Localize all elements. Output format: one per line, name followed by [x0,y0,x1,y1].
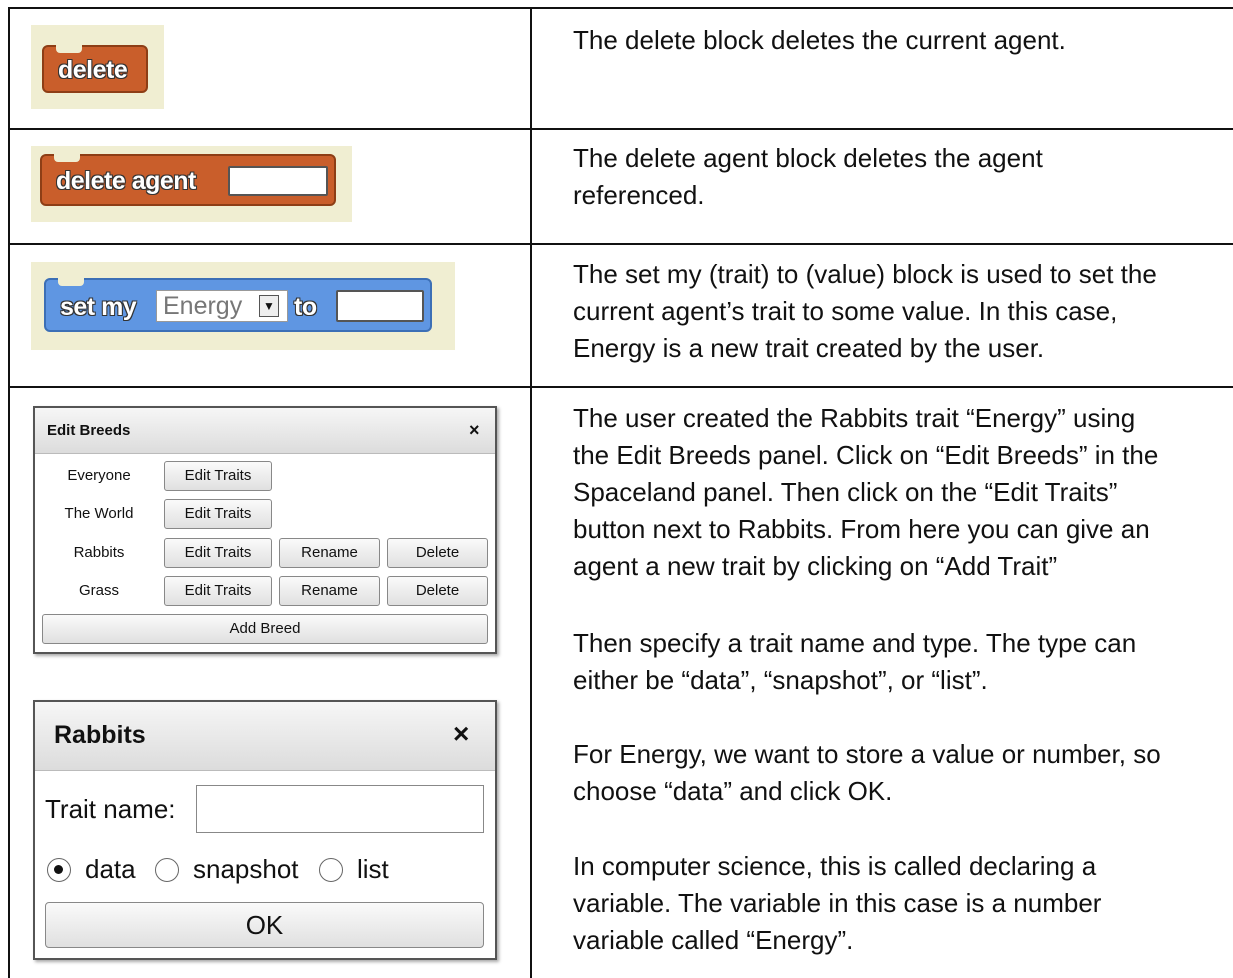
row-1-description: The delete block deletes the current age… [573,22,1223,59]
delete-agent-block: delete agent [40,154,336,206]
edit-traits-button[interactable]: Edit Traits [164,461,272,491]
description-line: variable. The variable in this case is a… [573,888,1102,918]
table-row-divider [8,386,1233,388]
description-line: The delete block deletes the current age… [573,25,1066,55]
close-icon[interactable]: × [469,420,480,441]
delete-agent-block-image: delete agent [31,146,352,222]
set-my-block: set my Energy ▼ to [44,278,432,332]
table-column-divider [530,7,532,978]
row-4-description: The user created the Rabbits trait “Ener… [573,400,1223,585]
delete-button[interactable]: Delete [387,538,488,568]
trait-dropdown[interactable]: Energy ▼ [156,290,288,322]
trait-dropdown-value: Energy [163,292,243,320]
breed-label-the-world: The World [64,505,134,522]
description-line: agent a new trait by clicking on “Add Tr… [573,551,1058,581]
description-line: Energy is a new trait created by the use… [573,333,1045,363]
rabbits-trait-panel: Rabbits × Trait name: data snapshot list… [33,700,497,960]
row-2-description: The delete agent block deletes the agent… [573,140,1223,214]
snapshot-radio-label: snapshot [193,854,299,884]
rabbits-panel-header: Rabbits × [35,702,495,771]
description-line: choose “data” and click OK. [573,776,893,806]
table-border-top [8,7,1233,9]
edit-breeds-title: Edit Breeds [47,422,131,439]
value-input-slot[interactable] [336,290,424,322]
description-line: The delete agent block deletes the agent [573,143,1043,173]
edit-breeds-panel: Edit Breeds × Everyone Edit Traits The W… [33,406,497,654]
edit-traits-button[interactable]: Edit Traits [164,538,272,568]
rename-button[interactable]: Rename [279,538,380,568]
table-row-divider [8,243,1233,245]
delete-block-label: delete [58,56,128,84]
chevron-down-icon[interactable]: ▼ [259,295,279,317]
description-line: the Edit Breeds panel. Click on “Edit Br… [573,440,1159,470]
edit-traits-button[interactable]: Edit Traits [164,499,272,529]
edit-breeds-header: Edit Breeds × [35,408,495,454]
data-radio-label: data [85,854,136,884]
description-line: In computer science, this is called decl… [573,851,1097,881]
close-icon[interactable]: × [453,718,469,750]
data-radio[interactable] [47,858,71,882]
delete-button[interactable]: Delete [387,576,488,606]
agent-input-slot[interactable] [228,166,328,196]
description-line: referenced. [573,180,705,210]
description-line: variable called “Energy”. [573,925,854,955]
set-my-label: set my [60,293,137,321]
add-breed-button[interactable]: Add Breed [42,614,488,644]
breed-label-grass: Grass [78,582,119,599]
delete-block: delete [42,45,148,93]
description-line: The set my (trait) to (value) block is u… [573,259,1157,289]
description-line: Spaceland panel. Then click on the “Edit… [573,477,1118,507]
delete-agent-block-label: delete agent [56,167,196,195]
row-4-description-3: For Energy, we want to store a value or … [573,736,1223,810]
description-line: current agent’s trait to some value. In … [573,296,1118,326]
rabbits-panel-title: Rabbits [54,721,146,749]
ok-button[interactable]: OK [45,902,484,948]
description-line: button next to Rabbits. From here you ca… [573,514,1150,544]
table-row-divider [8,128,1233,130]
snapshot-radio[interactable] [155,858,179,882]
row-4-description-2: Then specify a trait name and type. The … [573,625,1223,699]
trait-name-label: Trait name: [45,794,176,824]
breed-label-everyone: Everyone [67,467,131,484]
breed-label-rabbits: Rabbits [73,544,125,561]
description-line: Then specify a trait name and type. The … [573,628,1137,658]
to-label: to [294,293,317,321]
rename-button[interactable]: Rename [279,576,380,606]
row-3-description: The set my (trait) to (value) block is u… [573,256,1223,367]
list-radio-label: list [357,854,389,884]
description-line: either be “data”, “snapshot”, or “list”. [573,665,988,695]
row-4-description-4: In computer science, this is called decl… [573,848,1223,959]
set-my-block-image: set my Energy ▼ to [31,262,455,350]
delete-block-image: delete [31,25,164,109]
description-line: The user created the Rabbits trait “Ener… [573,403,1136,433]
table-border-left [8,7,10,978]
document-table: delete The delete block deletes the curr… [0,0,1233,978]
edit-traits-button[interactable]: Edit Traits [164,576,272,606]
trait-name-input[interactable] [196,785,484,833]
description-line: For Energy, we want to store a value or … [573,739,1161,769]
list-radio[interactable] [319,858,343,882]
